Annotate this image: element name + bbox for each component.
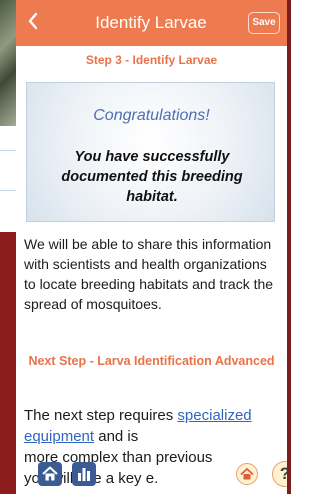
next-step-text: The next step requires [24,407,178,424]
stats-button[interactable] [72,462,96,486]
congratulations-card: Congratulations! You have successfully d… [26,82,275,222]
chevron-left-icon[interactable] [24,9,44,33]
header-bar: Identify Larvae Save [16,0,287,46]
background-photo [0,0,16,126]
identify-larvae-panel: Identify Larvae Save Step 3 - Identify L… [16,0,287,494]
step-title: Step 3 - Identify Larvae [85,53,218,67]
page-title: Identify Larvae [95,13,207,32]
share-paragraph: We will be able to share this informatio… [24,236,274,312]
home-button[interactable] [38,462,62,486]
home-icon [42,466,58,481]
bar-chart-icon [78,468,90,481]
success-message: You have successfully documented this br… [61,149,243,205]
background-divider [0,150,16,151]
background-right-strip [287,0,291,494]
home-outline-icon [240,468,254,480]
background-divider [0,190,16,191]
save-button[interactable]: Save [248,12,280,34]
congratulations-heading: Congratulations! [93,107,210,124]
home-round-button[interactable] [236,463,258,485]
next-step-text: e. [145,470,159,487]
next-step-title: Next Step - Larva Identification Advance… [28,354,275,368]
background-red-panel [0,232,16,494]
next-step-text: and is [94,428,139,445]
